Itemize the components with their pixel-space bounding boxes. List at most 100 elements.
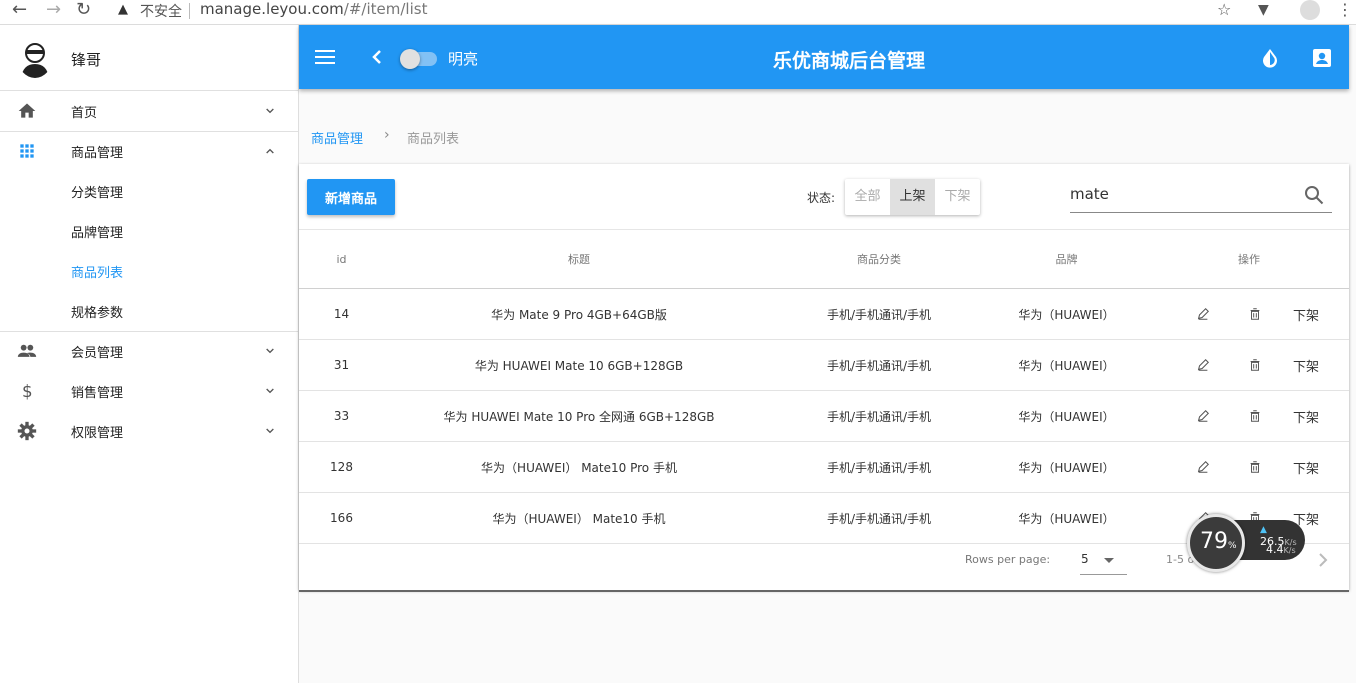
table-row: 31 华为 HUAWEI Mate 10 6GB+128GB 手机/手机通讯/手机华… — [299, 339, 1349, 391]
search-input-value[interactable]: mate — [1070, 185, 1109, 203]
cell-title: 华为 HUAWEI Mate 10 6GB+128GB — [384, 339, 774, 391]
avatar — [18, 40, 52, 78]
sidebar-subitem-goods-list[interactable]: 商品列表 — [0, 251, 298, 291]
sidebar-item-sales[interactable]: $ 销售管理 — [0, 371, 298, 411]
sidebar-subitem-brand[interactable]: 品牌管理 — [0, 211, 298, 251]
cell-actions: 下架 — [1149, 441, 1349, 493]
upload-arrow-icon: ▲ — [1260, 525, 1267, 535]
edit-icon[interactable] — [1196, 307, 1210, 321]
address-separator — [189, 3, 190, 19]
status-option-off-sale[interactable]: 下架 — [935, 179, 980, 215]
cell-brand: 华为（HUAWEI） — [984, 288, 1149, 340]
sidebar-subitem-label: 品牌管理 — [71, 226, 124, 241]
add-goods-button[interactable]: 新增商品 — [307, 179, 395, 215]
edit-icon[interactable] — [1196, 358, 1210, 372]
column-header-brand[interactable]: 品牌 — [984, 229, 1149, 289]
sidebar-item-label: 销售管理 — [71, 386, 124, 401]
column-header-title[interactable]: 标题 — [384, 229, 774, 289]
chevron-down-icon — [266, 428, 274, 434]
edit-icon[interactable] — [1196, 460, 1210, 474]
breadcrumb-parent[interactable]: 商品管理 — [311, 128, 363, 147]
search-icon[interactable] — [1304, 185, 1324, 205]
browser-toolbar: ← → ↻ ▲ 不安全 manage.leyou.com/#/item/list… — [0, 0, 1356, 25]
sidebar-item-goods[interactable]: 商品管理 — [0, 131, 298, 171]
cell-title: 华为 HUAWEI Mate 10 Pro 全网通 6GB+128GB — [384, 390, 774, 442]
settings-icon — [17, 421, 37, 441]
extension-icon[interactable]: ▼ — [1258, 0, 1269, 22]
status-toggle-group: 全部 上架 下架 — [845, 179, 980, 215]
delete-icon[interactable] — [1248, 307, 1262, 321]
account-box-icon[interactable] — [1312, 48, 1332, 68]
rows-per-page-select[interactable]: 5 — [1080, 546, 1127, 575]
cell-id: 31 — [299, 339, 384, 391]
star-icon[interactable]: ☆ — [1217, 0, 1231, 22]
take-off-shelf-button[interactable]: 下架 — [1293, 458, 1319, 477]
back-arrow-icon[interactable]: ← — [12, 0, 27, 22]
breadcrumb-separator-icon: › — [384, 127, 390, 143]
warning-icon[interactable]: ▲ — [118, 2, 128, 17]
username: 锋哥 — [71, 51, 102, 69]
chevron-down-icon — [266, 348, 274, 354]
cpu-usage-circle: 79% — [1187, 514, 1245, 572]
chevron-up-icon — [266, 148, 274, 154]
column-header-category[interactable]: 商品分类 — [774, 229, 984, 289]
cell-title: 华为 Mate 9 Pro 4GB+64GB版 — [384, 288, 774, 340]
column-header-id[interactable]: id — [299, 229, 384, 289]
dollar-icon: $ — [22, 382, 33, 401]
sidebar-subitem-category[interactable]: 分类管理 — [0, 171, 298, 211]
cell-id: 14 — [299, 288, 384, 340]
status-option-on-sale[interactable]: 上架 — [890, 179, 935, 215]
address-bar[interactable]: manage.leyou.com/#/item/list — [200, 0, 427, 18]
profile-avatar-icon[interactable] — [1300, 0, 1320, 20]
sidebar: 锋哥 首页 商品管理 分类管理 品牌管理 商品列表 规格参数 会员管理 $ 销售… — [0, 25, 299, 683]
delete-icon[interactable] — [1248, 409, 1262, 423]
sidebar-item-label: 权限管理 — [71, 426, 124, 441]
cpu-usage-percent: 79% — [1200, 529, 1237, 554]
cell-category: 手机/手机通讯/手机 — [774, 339, 984, 391]
cpu-usage-value: 79 — [1200, 529, 1228, 554]
search-input[interactable]: mate — [1070, 178, 1332, 213]
delete-icon[interactable] — [1248, 358, 1262, 372]
insecure-label[interactable]: 不安全 — [140, 1, 182, 21]
url-path: /#/item/list — [343, 0, 428, 18]
cell-category: 手机/手机通讯/手机 — [774, 288, 984, 340]
sidebar-item-label: 首页 — [71, 106, 98, 121]
sidebar-subitem-label: 规格参数 — [71, 306, 124, 321]
take-off-shelf-button[interactable]: 下架 — [1293, 407, 1319, 426]
status-option-all[interactable]: 全部 — [845, 179, 890, 215]
cell-title: 华为（HUAWEI） Mate10 Pro 手机 — [384, 441, 774, 493]
url-host: manage.leyou.com — [200, 0, 344, 18]
page-title: 乐优商城后台管理 — [772, 50, 925, 72]
take-off-shelf-button[interactable]: 下架 — [1293, 305, 1319, 324]
cell-category: 手机/手机通讯/手机 — [774, 390, 984, 442]
more-menu-icon[interactable]: ⋮ — [1337, 0, 1353, 22]
download-speed-unit: K/s — [1283, 546, 1296, 555]
download-speed: 4.4K/s — [1266, 543, 1296, 556]
take-off-shelf-button[interactable]: 下架 — [1293, 356, 1319, 375]
people-icon — [17, 344, 37, 357]
reload-icon[interactable]: ↻ — [76, 0, 91, 22]
user-avatar-icon — [18, 40, 52, 78]
cell-id: 33 — [299, 390, 384, 442]
sidebar-item-permissions[interactable]: 权限管理 — [0, 411, 298, 451]
chevron-right-icon[interactable] — [1315, 550, 1331, 570]
edit-icon[interactable] — [1196, 409, 1210, 423]
user-panel[interactable]: 锋哥 — [0, 25, 298, 91]
cell-brand: 华为（HUAWEI） — [984, 339, 1149, 391]
cell-actions: 下架 — [1149, 339, 1349, 391]
caret-down-icon — [1104, 558, 1114, 563]
table-row: 14 华为 Mate 9 Pro 4GB+64GB版 手机/手机通讯/手机 华为（HU… — [299, 288, 1349, 340]
chevron-down-icon — [266, 388, 274, 394]
sidebar-subitem-label: 商品列表 — [71, 266, 124, 281]
sidebar-subitem-spec[interactable]: 规格参数 — [0, 291, 298, 331]
table-header-row: id 标题 商品分类 品牌 操作 — [299, 229, 1349, 289]
sidebar-subitem-label: 分类管理 — [71, 186, 124, 201]
forward-arrow-icon[interactable]: → — [46, 0, 61, 22]
delete-icon[interactable] — [1248, 460, 1262, 474]
sidebar-item-members[interactable]: 会员管理 — [0, 331, 298, 371]
sidebar-item-home[interactable]: 首页 — [0, 91, 298, 131]
cell-actions: 下架 — [1149, 288, 1349, 340]
invert-colors-icon[interactable] — [1260, 48, 1280, 68]
cell-brand: 华为（HUAWEI） — [984, 441, 1149, 493]
goods-table: id 标题 商品分类 品牌 操作 14 华为 Mate 9 Pro 4GB+64G… — [299, 229, 1349, 544]
